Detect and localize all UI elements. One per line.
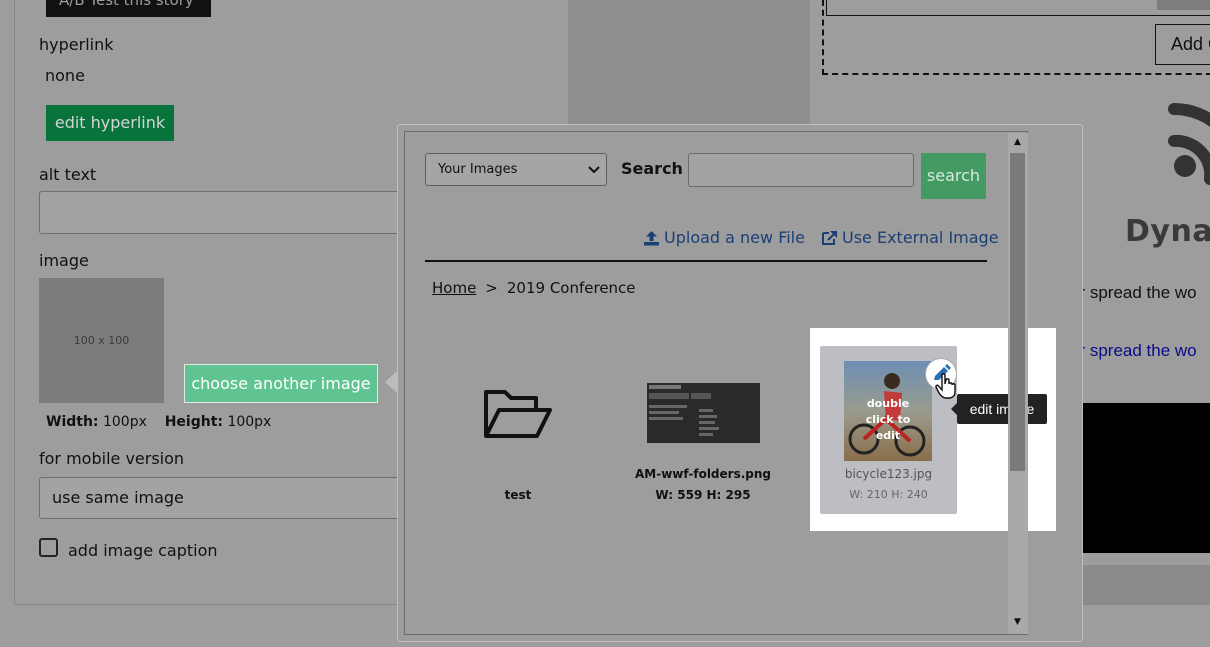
search-input[interactable]	[688, 153, 914, 187]
mobile-version-label: for mobile version	[39, 449, 185, 468]
bicycle-image-name[interactable]: bicycle123.jpg	[820, 467, 957, 481]
add-button[interactable]: Add C	[1155, 24, 1210, 65]
width-label: Width:	[46, 414, 99, 430]
popover-arrow	[385, 371, 397, 393]
divider	[425, 260, 987, 262]
edit-image-tooltip: edit image	[951, 394, 1047, 424]
overlay-line-2: click to	[866, 413, 911, 426]
image-name[interactable]: AM-wwf-folders.png	[633, 467, 773, 481]
mobile-version-value: use same image	[52, 488, 184, 507]
scroll-down-arrow-icon[interactable]: ▼	[1010, 614, 1025, 630]
preview-column	[568, 0, 810, 125]
image-thumbnail[interactable]	[647, 383, 760, 443]
breadcrumb-home[interactable]: Home	[432, 279, 476, 297]
spread-link[interactable]: or spread the wo	[1070, 341, 1197, 361]
chevron-down-icon	[588, 166, 600, 174]
image-source-value: Your Images	[438, 162, 518, 177]
hyperlink-value: none	[45, 66, 85, 85]
upload-icon	[644, 230, 659, 245]
width-value: 100px	[102, 414, 147, 430]
search-button[interactable]: search	[921, 153, 986, 199]
folder-open-icon[interactable]	[483, 386, 553, 442]
dynamic-title: Dynam	[1125, 214, 1210, 249]
bicycle-photo-icon: double click to edit	[844, 361, 932, 461]
height-value: 100px	[227, 414, 272, 430]
overlay-line-1: double	[867, 397, 909, 410]
video-preview	[1083, 403, 1210, 553]
search-label: Search	[621, 159, 683, 178]
image-caption-label: add image caption	[68, 541, 218, 560]
external-link-label: Use External Image	[842, 228, 999, 247]
image-dimensions: Width: 100px Height: 100px	[46, 414, 271, 430]
rss-icon	[1168, 102, 1210, 185]
ab-test-button[interactable]: A/B Test this story	[46, 0, 211, 17]
image-source-select[interactable]: Your Images	[425, 153, 607, 186]
height-label: Height:	[164, 414, 223, 430]
upload-link-label: Upload a new File	[664, 228, 805, 247]
right-input-button[interactable]	[1157, 0, 1210, 10]
breadcrumb: Home >2019 Conference	[432, 279, 636, 297]
image-dimensions-label: W: 559 H: 295	[655, 488, 751, 502]
overlay-line-3: edit	[876, 429, 900, 442]
hyperlink-label: hyperlink	[39, 35, 114, 54]
breadcrumb-current: 2019 Conference	[506, 279, 636, 297]
placeholder-text: 100 x 100	[73, 334, 130, 347]
image-placeholder: 100 x 100	[39, 278, 164, 403]
preview-bar	[1083, 565, 1210, 605]
image-label: image	[39, 251, 89, 270]
folder-name[interactable]: test	[478, 488, 558, 502]
edit-hyperlink-button[interactable]: edit hyperlink	[46, 105, 174, 141]
bicycle-thumbnail[interactable]: double click to edit	[844, 361, 932, 461]
upload-file-link[interactable]: Upload a new File	[643, 228, 805, 247]
scrollbar-thumb[interactable]	[1010, 153, 1025, 471]
bicycle-image-dimensions: W: 210 H: 240	[849, 488, 928, 501]
alt-text-label: alt text	[39, 165, 97, 184]
scroll-up-arrow-icon[interactable]: ▲	[1010, 134, 1025, 150]
alt-text-input[interactable]	[39, 191, 409, 234]
external-image-link[interactable]: Use External Image	[820, 228, 999, 247]
image-caption-checkbox[interactable]	[39, 538, 58, 557]
breadcrumb-separator: >	[485, 279, 498, 297]
spread-text: or spread the wo	[1070, 283, 1197, 302]
external-link-icon	[822, 230, 837, 245]
right-input-field[interactable]	[826, 0, 1210, 16]
mobile-version-select[interactable]: use same image	[39, 477, 409, 519]
hand-cursor-icon	[935, 373, 956, 399]
screenshot-thumbnail-icon	[647, 383, 760, 443]
choose-another-image-button[interactable]: choose another image	[184, 364, 378, 403]
